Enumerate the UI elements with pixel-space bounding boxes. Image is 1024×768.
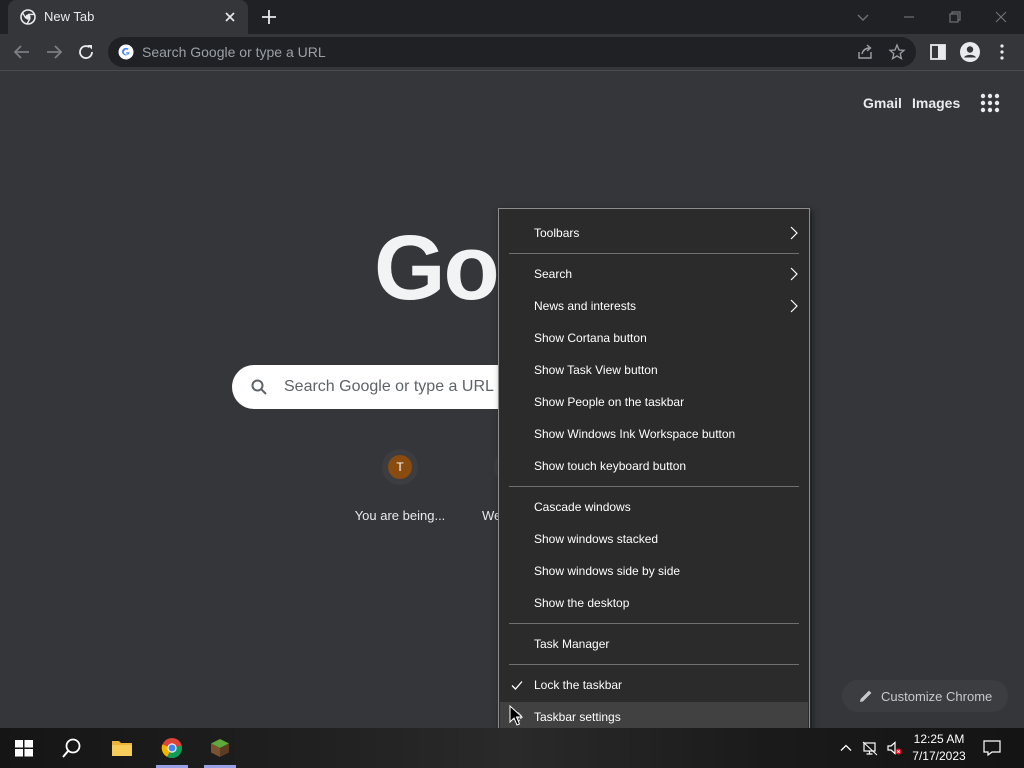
volume-muted-icon[interactable]: [886, 740, 902, 756]
gmail-link[interactable]: Gmail: [863, 95, 902, 111]
reload-icon[interactable]: [74, 40, 98, 64]
menu-item-task-manager[interactable]: Task Manager: [500, 629, 808, 659]
mouse-cursor-icon: [509, 705, 523, 727]
browser-toolbar: Search Google or type a URL: [0, 34, 1024, 71]
windows-logo-icon: [15, 740, 33, 757]
menu-item-label: Cascade windows: [534, 500, 631, 514]
search-taskbar-button[interactable]: [48, 728, 96, 768]
menu-item-label: Show the desktop: [534, 596, 630, 610]
menu-item-label: Show Task View button: [534, 363, 658, 377]
side-panel-icon[interactable]: [926, 40, 950, 64]
submenu-arrow-icon: [788, 267, 800, 281]
submenu-arrow-icon: [788, 299, 800, 313]
menu-separator: [509, 486, 799, 487]
folder-icon: [112, 741, 132, 756]
menu-item-label: Search: [534, 267, 573, 281]
menu-item-show-windows-side-by-side[interactable]: Show windows side by side: [500, 556, 808, 586]
menu-item-label: News and interests: [534, 299, 637, 313]
menu-item-label: Show Cortana button: [534, 331, 647, 345]
action-center-notification-icon[interactable]: [983, 740, 1001, 756]
tab-close-icon[interactable]: [222, 9, 238, 25]
menu-item-show-cortana-button[interactable]: Show Cortana button: [500, 323, 808, 353]
tab-strip: New Tab: [0, 0, 1024, 34]
shortcut-label: You are being...: [354, 508, 446, 523]
menu-item-lock-the-taskbar[interactable]: Lock the taskbar: [500, 670, 808, 700]
menu-item-show-windows-stacked[interactable]: Show windows stacked: [500, 524, 808, 554]
clock-time: 12:25 AM: [913, 732, 965, 746]
minimize-icon[interactable]: [898, 6, 920, 28]
minecraft-taskbar-button[interactable]: [196, 728, 244, 768]
customize-chrome-label: Customize Chrome: [881, 689, 993, 704]
ntp-search-placeholder: Search Google or type a URL: [284, 378, 494, 395]
taskbar-clock[interactable]: 12:25 AM 7/17/2023: [906, 731, 972, 765]
windows-taskbar: 12:25 AM 7/17/2023: [0, 728, 1024, 768]
menu-item-label: Show touch keyboard button: [534, 459, 687, 473]
submenu-arrow-icon: [788, 226, 800, 240]
omnibox[interactable]: Search Google or type a URL: [108, 37, 916, 67]
close-window-icon[interactable]: [990, 6, 1012, 28]
google-g-icon: [118, 44, 134, 60]
clock-date: 7/17/2023: [912, 749, 966, 763]
menu-item-cascade-windows[interactable]: Cascade windows: [500, 492, 808, 522]
chrome-favicon-icon: [20, 9, 36, 25]
tab-title: New Tab: [44, 9, 95, 24]
minecraft-block-icon: [211, 739, 229, 757]
menu-separator: [509, 623, 799, 624]
menu-item-label: Show windows stacked: [534, 532, 659, 546]
menu-item-label: Show People on the taskbar: [534, 395, 685, 409]
chrome-icon: [161, 738, 183, 759]
network-icon[interactable]: [862, 740, 878, 756]
start-button[interactable]: [0, 728, 48, 768]
search-icon: [250, 378, 268, 396]
menu-item-label: Taskbar settings: [534, 710, 621, 724]
pencil-icon: [858, 688, 874, 704]
menu-separator: [509, 253, 799, 254]
menu-item-show-task-view-button[interactable]: Show Task View button: [500, 355, 808, 385]
images-link[interactable]: Images: [912, 95, 960, 111]
menu-item-label: Show Windows Ink Workspace button: [534, 427, 736, 441]
chrome-menu-kebab-icon[interactable]: [990, 40, 1014, 64]
menu-item-label: Toolbars: [534, 226, 580, 240]
taskbar-context-menu: Toolbars Search News and interests Show …: [498, 208, 810, 742]
checkmark-icon: [510, 678, 524, 692]
new-tab-plus-icon[interactable]: [258, 6, 280, 28]
restore-icon[interactable]: [944, 6, 966, 28]
menu-item-show-the-desktop[interactable]: Show the desktop: [500, 588, 808, 618]
menu-item-news-and-interests[interactable]: News and interests: [500, 291, 808, 321]
bookmark-star-icon[interactable]: [888, 43, 906, 61]
back-arrow-icon[interactable]: [10, 40, 34, 64]
menu-item-label: Show windows side by side: [534, 564, 681, 578]
menu-item-search[interactable]: Search: [500, 259, 808, 289]
search-icon: [62, 738, 81, 758]
omnibox-placeholder: Search Google or type a URL: [142, 44, 326, 60]
google-apps-grid-icon[interactable]: [980, 93, 1000, 113]
menu-item-show-people[interactable]: Show People on the taskbar: [500, 387, 808, 417]
menu-item-label: Task Manager: [534, 637, 610, 651]
menu-item-label: Lock the taskbar: [534, 678, 623, 692]
shortcut-letter-icon: T: [388, 455, 412, 479]
menu-item-toolbars[interactable]: Toolbars: [500, 218, 808, 248]
file-explorer-taskbar-button[interactable]: [98, 728, 146, 768]
show-hidden-icons-chevron-icon[interactable]: [838, 740, 854, 756]
tab-search-chevron-icon[interactable]: [852, 6, 874, 28]
menu-separator: [509, 664, 799, 665]
shortcut-tile[interactable]: T You are being...: [344, 449, 456, 529]
tab-new-tab[interactable]: New Tab: [8, 0, 248, 34]
customize-chrome-button[interactable]: Customize Chrome: [842, 680, 1008, 712]
forward-arrow-icon[interactable]: [42, 40, 66, 64]
chrome-taskbar-button[interactable]: [148, 728, 196, 768]
shortcut-icon-bg: T: [382, 449, 418, 485]
share-icon[interactable]: [856, 43, 874, 61]
profile-avatar-icon[interactable]: [958, 40, 982, 64]
menu-item-show-touch-keyboard[interactable]: Show touch keyboard button: [500, 451, 808, 481]
menu-item-show-windows-ink[interactable]: Show Windows Ink Workspace button: [500, 419, 808, 449]
